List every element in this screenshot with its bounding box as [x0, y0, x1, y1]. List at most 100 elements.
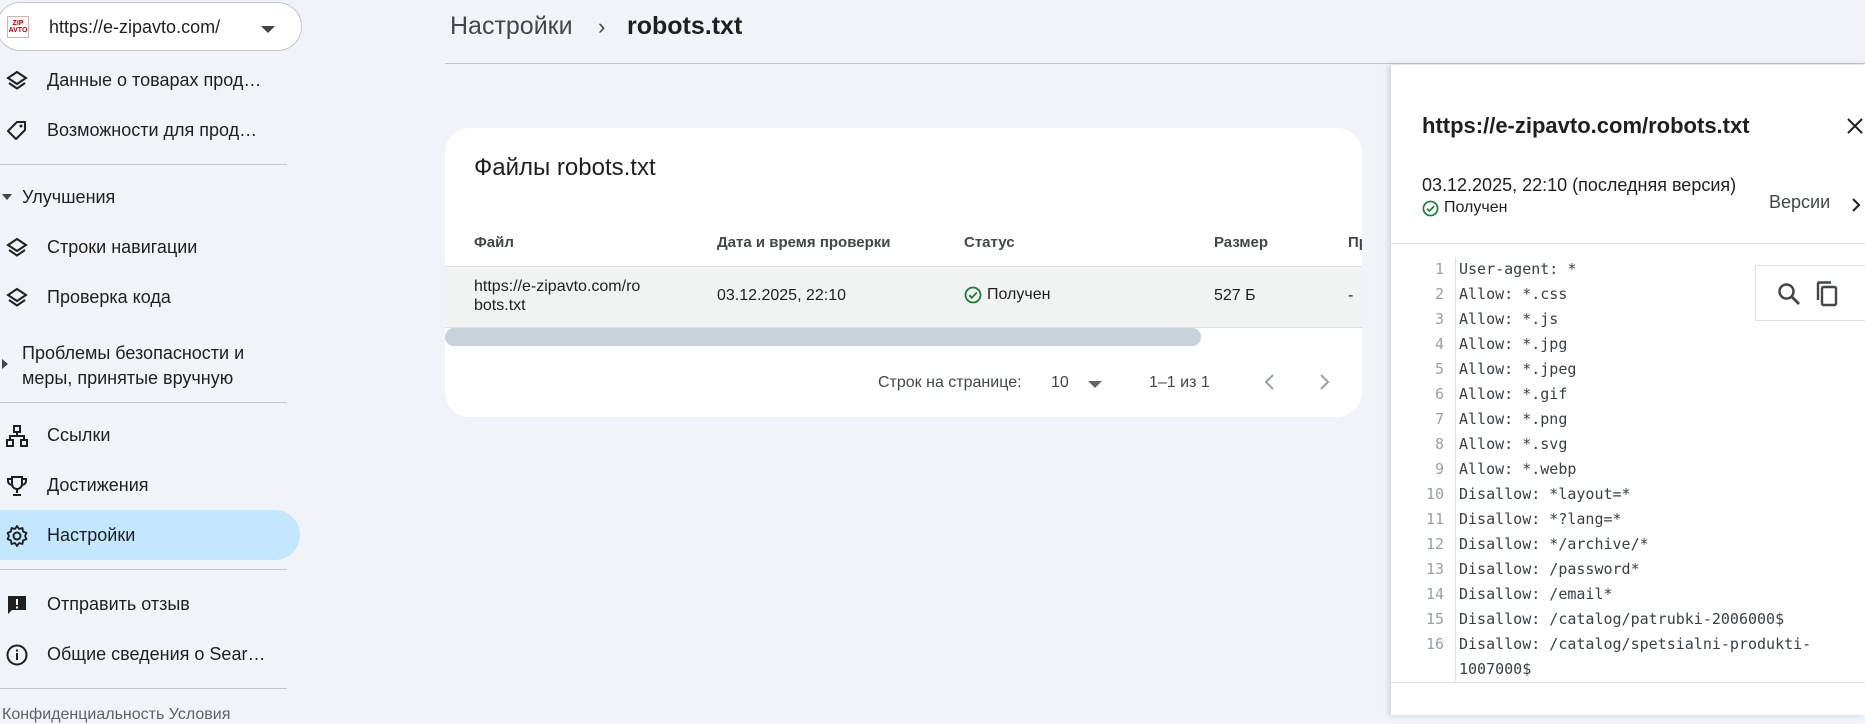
cell-size: 527 Б — [1214, 287, 1256, 304]
line-content: Allow: *.jpg — [1459, 335, 1568, 353]
code-line: 15 Disallow: /catalog/patrubki-2006000$ — [1391, 607, 1865, 632]
line-number: 3 — [1434, 310, 1444, 328]
robots-detail-panel: https://e-zipavto.com/robots.txt 03.12.2… — [1391, 65, 1865, 715]
sidebar-item-achievements[interactable]: Достижения — [0, 460, 300, 510]
caret-right-icon — [2, 359, 8, 369]
code-line: 5 Allow: *.jpeg — [1391, 357, 1865, 382]
section-label-line2: меры, принятые вручную — [22, 368, 234, 388]
card-title: Файлы robots.txt — [474, 154, 656, 181]
panel-title: https://e-zipavto.com/robots.txt — [1422, 113, 1750, 138]
check-circle-icon — [1422, 200, 1439, 216]
horizontal-scrollbar[interactable] — [445, 328, 1201, 346]
code-line: 10 Disallow: *layout=* — [1391, 482, 1865, 507]
rows-per-page-select[interactable]: 10 — [1051, 374, 1069, 392]
code-line: 7 Allow: *.png — [1391, 407, 1865, 432]
chevron-down-icon — [261, 26, 275, 33]
chevron-left-icon — [1264, 374, 1274, 390]
sidebar-item-label: Настройки — [47, 524, 136, 545]
caret-down-icon — [2, 194, 12, 200]
code-line: 4 Allow: *.jpg — [1391, 332, 1865, 357]
cell-status: Получен — [964, 286, 1050, 304]
prev-page-button[interactable] — [1256, 368, 1284, 396]
sidebar-item-links[interactable]: Ссылки — [0, 410, 300, 460]
footer-links[interactable]: Конфиденциальность Условия — [2, 706, 230, 724]
sidebar-item-label: Проверка кода — [47, 286, 171, 307]
property-url: https://e-zipavto.com/ — [49, 17, 221, 37]
code-line: 11 Disallow: *?lang=* — [1391, 507, 1865, 532]
sidebar-item-breadcrumbs[interactable]: Строки навигации — [0, 222, 300, 272]
sidebar-item-label: Возможности для прод… — [47, 119, 258, 140]
line-content: Disallow: /password* — [1459, 560, 1640, 578]
sidebar-item-settings[interactable]: Настройки — [0, 510, 300, 560]
status-label: Получен — [1444, 199, 1508, 216]
status-label: Получен — [987, 286, 1051, 303]
section-label-line1: Проблемы безопасности и — [22, 343, 245, 363]
code-line: 13 Disallow: /password* — [1391, 557, 1865, 582]
sidebar-item-label: Строки навигации — [47, 236, 198, 257]
versions-button[interactable]: Версии — [1769, 192, 1830, 213]
cell-extra: - — [1348, 287, 1354, 304]
close-button[interactable] — [1843, 114, 1865, 138]
tag-icon — [5, 119, 29, 143]
line-number: 11 — [1425, 510, 1444, 528]
line-number: 5 — [1434, 360, 1444, 378]
divider — [0, 569, 287, 570]
code-toolbar — [1755, 265, 1865, 321]
code-line: 8 Allow: *.svg — [1391, 432, 1865, 457]
breadcrumb-separator: › — [598, 14, 606, 39]
line-number: 6 — [1434, 385, 1444, 403]
divider — [1391, 682, 1865, 683]
line-number: 12 — [1425, 535, 1444, 553]
code-line: 14 Disallow: /email* — [1391, 582, 1865, 607]
breadcrumb: Настройки › robots.txt — [445, 0, 1865, 64]
line-content: Disallow: *?lang=* — [1459, 510, 1622, 528]
divider — [0, 402, 287, 403]
divider — [0, 164, 287, 165]
sidebar-item-feedback[interactable]: Отправить отзыв — [0, 579, 300, 629]
sidebar: ZIP AVTO https://e-zipavto.com/ Данные о… — [0, 0, 302, 723]
property-selector[interactable]: ZIP AVTO https://e-zipavto.com/ — [0, 2, 302, 51]
sitemap-icon — [5, 424, 29, 448]
column-header-size[interactable]: Размер — [1214, 234, 1268, 251]
sidebar-item-label: Ссылки — [47, 424, 111, 445]
column-header-status[interactable]: Статус — [964, 234, 1015, 251]
breadcrumb-parent[interactable]: Настройки — [450, 12, 573, 41]
code-line: 16 Disallow: /catalog/spetsialni-produkti… — [1391, 632, 1865, 657]
section-label: Улучшения — [22, 187, 116, 207]
sidebar-item-label: Данные о товарах прод… — [47, 69, 262, 90]
line-content: Disallow: *layout=* — [1459, 485, 1631, 503]
chevron-right-icon — [1320, 374, 1330, 390]
layers-icon — [5, 69, 29, 93]
line-number: 13 — [1425, 560, 1444, 578]
next-page-button[interactable] — [1310, 368, 1338, 396]
cell-file: https://e-zipavto.com/robots.txt — [474, 278, 641, 314]
column-header-file[interactable]: Файл — [474, 234, 514, 251]
chevron-right-icon[interactable] — [1846, 193, 1865, 217]
sidebar-item-label: Достижения — [47, 474, 149, 495]
line-number: 10 — [1425, 485, 1444, 503]
column-header-checked[interactable]: Дата и время проверки — [717, 234, 890, 251]
line-number: 15 — [1425, 610, 1444, 628]
site-favicon: ZIP AVTO — [7, 16, 29, 38]
line-content: Allow: *.js — [1459, 310, 1559, 328]
search-button[interactable] — [1774, 279, 1804, 309]
close-icon — [1847, 118, 1863, 134]
sidebar-item-label: Отправить отзыв — [47, 593, 190, 614]
sidebar-item-product-data[interactable]: Данные о товарах прод… — [0, 55, 300, 105]
line-content: Allow: *.jpeg — [1459, 360, 1577, 378]
sidebar-item-code-check[interactable]: Проверка кода — [0, 272, 300, 322]
table-row[interactable]: https://e-zipavto.com/robots.txt 03.12.2… — [445, 266, 1362, 328]
divider — [0, 688, 287, 689]
layers-icon — [5, 286, 29, 310]
line-content: Disallow: /catalog/patrubki-2006000$ — [1459, 610, 1785, 628]
line-number: 1 — [1434, 260, 1444, 278]
rows-per-page-label: Строк на странице: — [878, 374, 1022, 391]
line-content: Allow: *.png — [1459, 410, 1568, 428]
column-header-extra[interactable]: Пр — [1348, 234, 1362, 251]
line-content: Allow: *.css — [1459, 285, 1568, 303]
sidebar-item-merchant[interactable]: Возможности для прод… — [0, 105, 300, 155]
copy-button[interactable] — [1812, 279, 1842, 309]
chevron-down-icon[interactable] — [1088, 381, 1102, 388]
line-number: 16 — [1425, 635, 1444, 653]
sidebar-item-about[interactable]: Общие сведения о Sear… — [0, 629, 300, 679]
